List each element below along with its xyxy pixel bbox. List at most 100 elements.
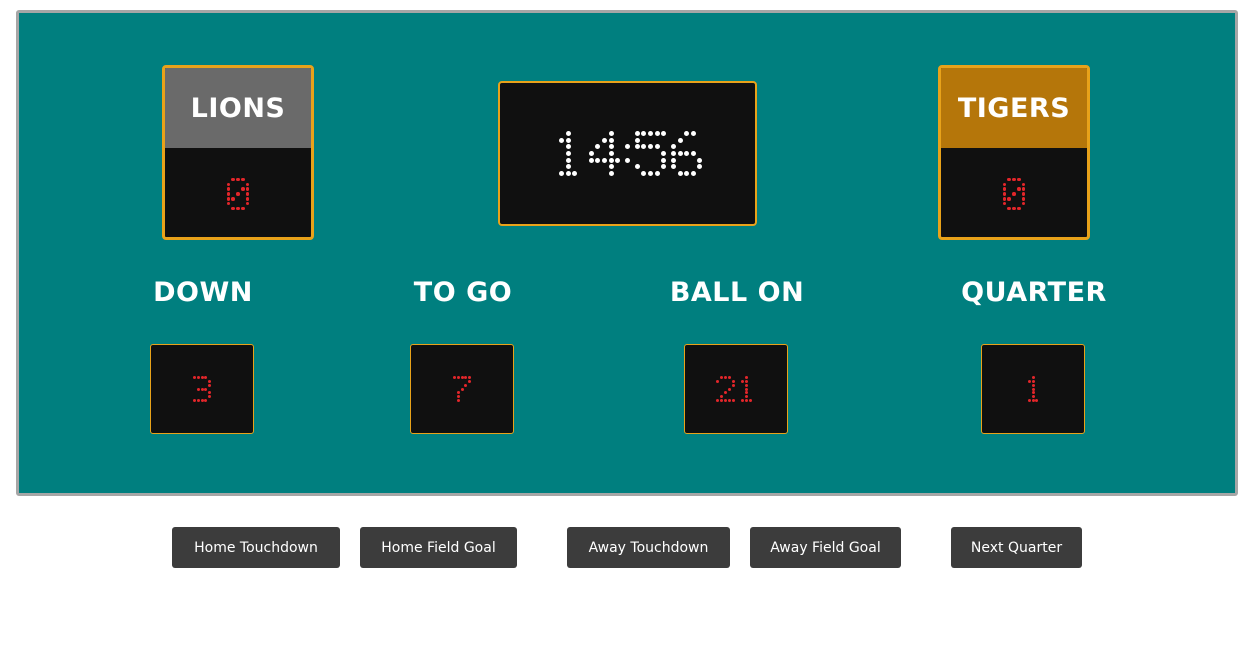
matrix-dot bbox=[204, 391, 207, 394]
matrix-dot bbox=[245, 182, 250, 187]
matrix-dot bbox=[648, 158, 653, 163]
matrix-dot bbox=[602, 164, 607, 169]
matrix-dot bbox=[1035, 384, 1038, 387]
matrix-dot bbox=[1028, 391, 1031, 394]
matrix-dot bbox=[456, 395, 460, 399]
matrix-dot bbox=[724, 380, 727, 383]
matrix-dot bbox=[741, 395, 744, 398]
matrix-dot bbox=[741, 388, 744, 391]
matrix-dot bbox=[661, 151, 667, 156]
matrix-dot bbox=[641, 170, 647, 176]
matrix-dot bbox=[197, 395, 200, 398]
matrix-dot bbox=[1012, 187, 1016, 191]
matrix-dot bbox=[697, 171, 702, 176]
matrix-dot bbox=[579, 151, 584, 156]
matrix-dot bbox=[635, 171, 640, 176]
matrix-dot bbox=[197, 391, 200, 394]
matrix-dot bbox=[226, 196, 231, 201]
quarter-display: 1 bbox=[981, 344, 1085, 434]
matrix-dot bbox=[565, 164, 571, 170]
matrix-dot bbox=[241, 197, 245, 201]
matrix-dot bbox=[753, 399, 756, 402]
matrix-dot bbox=[724, 384, 727, 387]
matrix-dot bbox=[1017, 197, 1021, 201]
home-touchdown-button[interactable]: Home Touchdown bbox=[172, 527, 340, 568]
away-touchdown-button[interactable]: Away Touchdown bbox=[567, 527, 730, 568]
matrix-dot bbox=[579, 158, 584, 163]
dot-matrix-char bbox=[553, 131, 584, 176]
matrix-dot bbox=[1035, 376, 1038, 379]
matrix-dot bbox=[572, 131, 577, 136]
matrix-dot bbox=[723, 375, 727, 379]
matrix-dot bbox=[588, 157, 594, 163]
matrix-dot bbox=[641, 164, 646, 169]
matrix-dot bbox=[196, 399, 200, 403]
matrix-dot bbox=[204, 387, 208, 391]
matrix-dot bbox=[1002, 182, 1007, 187]
matrix-dot bbox=[201, 391, 204, 394]
matrix-dot bbox=[468, 384, 471, 387]
matrix-dot bbox=[559, 137, 565, 143]
matrix-dot bbox=[661, 144, 666, 149]
matrix-dot bbox=[661, 171, 666, 176]
matrix-dot bbox=[464, 395, 467, 398]
matrix-dot bbox=[1028, 388, 1031, 391]
matrix-dot bbox=[753, 384, 756, 387]
matrix-dot bbox=[1021, 196, 1026, 201]
matrix-dot bbox=[204, 380, 207, 383]
matrix-dot bbox=[753, 391, 756, 394]
down-display: 3 bbox=[150, 344, 254, 434]
next-quarter-button[interactable]: Next Quarter bbox=[951, 527, 1082, 568]
matrix-dot bbox=[553, 138, 558, 143]
matrix-dot bbox=[655, 164, 660, 169]
matrix-dot bbox=[226, 182, 231, 187]
matrix-dot bbox=[670, 151, 676, 156]
matrix-dot bbox=[602, 144, 607, 149]
matrix-dot bbox=[236, 206, 240, 211]
home-team-panel: LIONS 0 bbox=[162, 65, 314, 240]
matrix-dot bbox=[684, 131, 690, 137]
matrix-dot bbox=[1016, 177, 1021, 182]
matrix-dot bbox=[678, 158, 683, 163]
quarter-label: QUARTER bbox=[961, 277, 1107, 308]
dot-matrix-char bbox=[1024, 375, 1043, 403]
matrix-dot bbox=[559, 144, 564, 149]
matrix-dot bbox=[720, 388, 723, 391]
matrix-dot bbox=[464, 388, 467, 391]
matrix-dot bbox=[456, 391, 460, 395]
matrix-dot bbox=[728, 380, 731, 383]
matrix-dot bbox=[464, 375, 468, 379]
matrix-dot bbox=[200, 387, 204, 391]
matrix-dot bbox=[453, 391, 456, 394]
matrix-dot bbox=[1003, 207, 1007, 211]
matrix-dot bbox=[745, 395, 749, 399]
matrix-dot bbox=[572, 144, 577, 149]
matrix-dot bbox=[625, 138, 630, 143]
home-field-goal-button[interactable]: Home Field Goal bbox=[360, 527, 517, 568]
matrix-dot bbox=[468, 388, 471, 391]
dot-matrix-text bbox=[1002, 177, 1026, 211]
matrix-dot bbox=[245, 192, 250, 196]
matrix-dot bbox=[204, 375, 208, 379]
matrix-dot bbox=[1024, 376, 1027, 379]
matrix-dot bbox=[565, 157, 571, 163]
away-field-goal-button[interactable]: Away Field Goal bbox=[750, 527, 901, 568]
to-go-display: 7 bbox=[410, 344, 514, 434]
matrix-dot bbox=[728, 395, 731, 398]
matrix-dot bbox=[671, 171, 676, 176]
matrix-dot bbox=[553, 144, 558, 149]
matrix-dot bbox=[741, 376, 744, 379]
matrix-dot bbox=[208, 383, 212, 387]
matrix-dot bbox=[1039, 384, 1042, 387]
matrix-dot bbox=[204, 384, 207, 387]
matrix-dot bbox=[625, 164, 630, 169]
matrix-dot bbox=[1021, 187, 1026, 192]
matrix-dot bbox=[753, 395, 756, 398]
matrix-dot bbox=[753, 380, 756, 383]
matrix-dot bbox=[572, 158, 577, 163]
matrix-dot bbox=[678, 144, 683, 149]
matrix-dot bbox=[1002, 196, 1007, 201]
dot-matrix-char bbox=[192, 375, 212, 403]
matrix-dot bbox=[553, 131, 558, 136]
matrix-dot bbox=[1035, 395, 1038, 398]
